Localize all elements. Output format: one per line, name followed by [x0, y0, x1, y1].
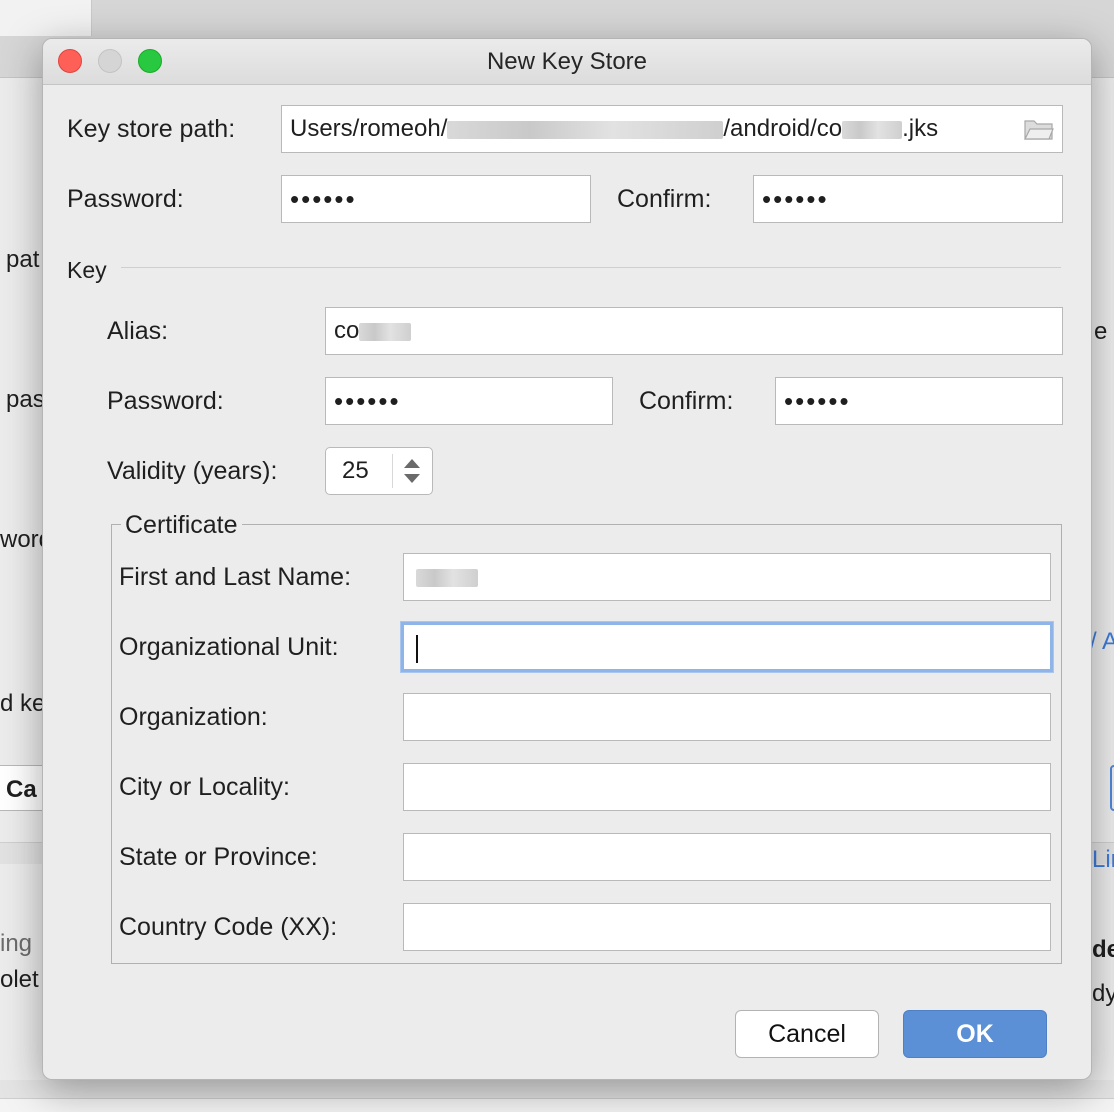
- city-label: City or Locality:: [119, 773, 290, 801]
- certificate-legend: Certificate: [121, 511, 242, 540]
- keystore-confirm-label: Confirm:: [617, 185, 712, 213]
- alias-label: Alias:: [107, 317, 169, 345]
- path-redacted-filename: [842, 120, 903, 139]
- stepper-divider: [392, 454, 393, 488]
- organization-field[interactable]: [403, 693, 1051, 741]
- dialog-title: New Key Store: [486, 48, 648, 75]
- background-text-dy: dy: [1092, 980, 1114, 1007]
- country-code-label: Country Code (XX):: [119, 913, 338, 941]
- background-tab: [0, 0, 92, 36]
- state-field[interactable]: [403, 833, 1051, 881]
- key-section-separator: [121, 267, 1061, 268]
- key-confirm-label: Confirm:: [639, 387, 734, 415]
- background-text-de: de: [1092, 936, 1114, 963]
- background-status-bar: [0, 1080, 1114, 1112]
- keystore-confirm-field[interactable]: ••••••: [753, 175, 1063, 223]
- city-field[interactable]: [403, 763, 1051, 811]
- validity-stepper[interactable]: 25: [325, 447, 433, 495]
- stepper-arrows-icon[interactable]: [400, 456, 424, 486]
- cancel-button[interactable]: Cancel: [735, 1010, 879, 1058]
- keystore-path-field[interactable]: Users/romeoh/ /android/co .jks: [281, 105, 1063, 153]
- keystore-path-prefix: Users/romeoh/: [290, 115, 448, 142]
- background-text-ing: ing: [0, 930, 33, 957]
- organization-label: Organization:: [119, 703, 268, 731]
- title-bar: New Key Store: [43, 39, 1091, 85]
- alias-value: co: [334, 317, 360, 344]
- org-unit-label: Organizational Unit:: [119, 633, 339, 661]
- validity-label: Validity (years):: [107, 457, 278, 485]
- background-right-button: [1110, 765, 1114, 811]
- first-last-name-label: First and Last Name:: [119, 563, 352, 591]
- key-password-field[interactable]: ••••••: [325, 377, 613, 425]
- keystore-path-suffix: .jks: [902, 115, 939, 142]
- background-text-a: / A: [1090, 628, 1114, 655]
- folder-icon[interactable]: [1024, 118, 1054, 140]
- validity-value: 25: [342, 457, 369, 484]
- key-confirm-field[interactable]: ••••••: [775, 377, 1063, 425]
- background-text-e: e: [1094, 318, 1108, 345]
- alias-field[interactable]: co: [325, 307, 1063, 355]
- keystore-password-label: Password:: [67, 185, 184, 213]
- background-text-key: d ke: [0, 690, 46, 717]
- new-key-store-dialog: New Key Store Key store path: Users/rome…: [42, 38, 1092, 1080]
- key-password-label: Password:: [107, 387, 224, 415]
- path-redacted-segment: [447, 120, 724, 139]
- background-text-olet: olet: [0, 966, 39, 993]
- key-section-label: Key: [67, 257, 107, 283]
- first-last-name-field[interactable]: [403, 553, 1051, 601]
- background-text-pas: pas: [6, 386, 45, 413]
- keystore-path-middle: /android/co: [723, 115, 843, 142]
- state-label: State or Province:: [119, 843, 318, 871]
- background-button-text: Ca: [6, 776, 37, 803]
- ok-button[interactable]: OK: [903, 1010, 1047, 1058]
- background-text-pat: pat: [6, 246, 40, 273]
- name-redacted: [416, 568, 478, 587]
- country-code-field[interactable]: [403, 903, 1051, 951]
- alias-redacted: [359, 322, 412, 341]
- background-text-lin: Lin: [1092, 846, 1114, 873]
- text-caret: [416, 634, 418, 663]
- keystore-password-field[interactable]: ••••••: [281, 175, 591, 223]
- org-unit-field[interactable]: [401, 622, 1053, 672]
- keystore-path-label: Key store path:: [67, 115, 236, 143]
